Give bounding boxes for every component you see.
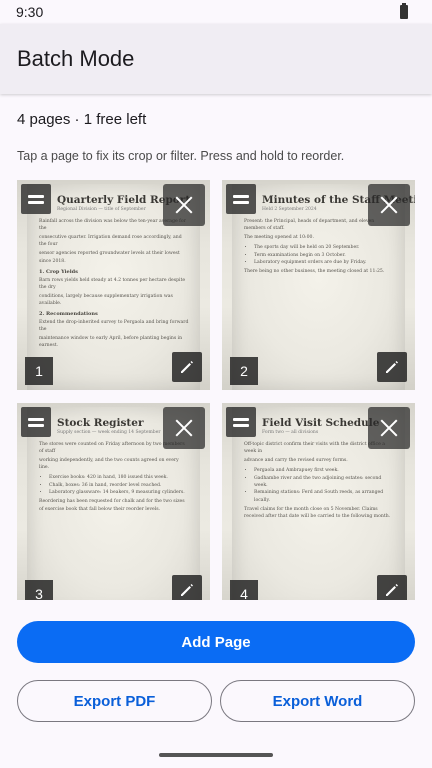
instruction-hint: Tap a page to fix its crop or filter. Pr… <box>17 149 345 163</box>
remove-page-button[interactable] <box>368 407 410 449</box>
page-thumbnail-1[interactable]: Quarterly Field Report Regional Division… <box>17 180 210 390</box>
doc-heading: 1. Crop Yields <box>39 268 78 275</box>
doc-text: working independently, and the two count… <box>39 458 179 471</box>
drag-handle-icon[interactable] <box>21 184 51 214</box>
list-item: Laboratory glassware: 14 beakers, 9 meas… <box>49 489 190 496</box>
app-bar: Batch Mode <box>0 24 432 94</box>
remove-page-button[interactable] <box>163 184 205 226</box>
doc-text: Reordering has been requested for chalk … <box>39 499 185 512</box>
doc-text: There being no other business, the meeti… <box>244 269 385 275</box>
doc-text: advance and carry the revised survey for… <box>244 458 348 464</box>
doc-text: Barn rows yields held steady at 4.2 tonn… <box>39 277 186 290</box>
edit-pencil-icon[interactable] <box>377 352 407 382</box>
doc-text: consecutive quarter. Irrigation demand r… <box>39 235 182 248</box>
page-thumbnail-2[interactable]: Minutes of the Staff Meeting Held 2 Sept… <box>222 180 415 390</box>
doc-heading: 2. Recommendations <box>39 311 98 318</box>
drag-handle-icon[interactable] <box>226 407 256 437</box>
edit-pencil-icon[interactable] <box>377 575 407 600</box>
list-item: Exercise books: 420 in hand, 180 issued … <box>49 474 190 481</box>
gesture-nav-handle[interactable] <box>159 753 273 757</box>
doc-text: sensor agencies reported groundwater lev… <box>39 251 180 264</box>
list-item: Remaining stations: Ferd and South reeds… <box>254 489 395 504</box>
remove-page-button[interactable] <box>368 184 410 226</box>
list-item: Gadhambe river and the two adjoining est… <box>254 475 395 490</box>
page-counter: 4 pages · 1 free left <box>17 111 147 128</box>
doc-text: maintenance window to early April, befor… <box>39 336 183 349</box>
page-thumbnail-3[interactable]: Stock Register Supply section — week end… <box>17 403 210 600</box>
remove-page-button[interactable] <box>163 407 205 449</box>
drag-handle-icon[interactable] <box>21 407 51 437</box>
list-item: Term examinations begin on 3 October. <box>254 252 395 259</box>
doc-text: Extend the drop-inherited survey to Perg… <box>39 320 189 333</box>
list-item: The sports day will be held on 20 Septem… <box>254 244 395 251</box>
list-item: Chalk, boxes: 36 in hand, reorder level … <box>49 482 190 489</box>
doc-list: Pergaola and Ambrapuey first week. Gadha… <box>244 467 395 504</box>
page-title: Batch Mode <box>17 46 135 71</box>
add-page-button[interactable]: Add Page <box>17 621 415 663</box>
edit-pencil-icon[interactable] <box>172 352 202 382</box>
doc-list: Exercise books: 420 in hand, 180 issued … <box>39 474 190 496</box>
doc-text: Travel claims for the month close on 5 N… <box>244 507 391 520</box>
battery-icon <box>400 3 408 19</box>
drag-handle-icon[interactable] <box>226 184 256 214</box>
doc-text: The meeting opened at 10:00. <box>244 235 314 241</box>
page-number-badge: 4 <box>230 580 258 600</box>
edit-pencil-icon[interactable] <box>172 575 202 600</box>
export-pdf-button[interactable]: Export PDF <box>17 680 212 722</box>
page-number-badge: 2 <box>230 357 258 385</box>
doc-list: The sports day will be held on 20 Septem… <box>244 244 395 266</box>
doc-text: conditions, largely because supplementar… <box>39 293 173 306</box>
status-bar: 9:30 <box>0 0 432 24</box>
page-number-badge: 3 <box>25 580 53 600</box>
export-word-button[interactable]: Export Word <box>220 680 415 722</box>
list-item: Laboratory equipment orders are due by F… <box>254 259 395 266</box>
page-thumbnail-4[interactable]: Field Visit Schedule Form two — all divi… <box>222 403 415 600</box>
list-item: Pergaola and Ambrapuey first week. <box>254 467 395 474</box>
page-grid: Quarterly Field Report Regional Division… <box>0 180 432 600</box>
status-time: 9:30 <box>16 4 44 20</box>
page-number-badge: 1 <box>25 357 53 385</box>
